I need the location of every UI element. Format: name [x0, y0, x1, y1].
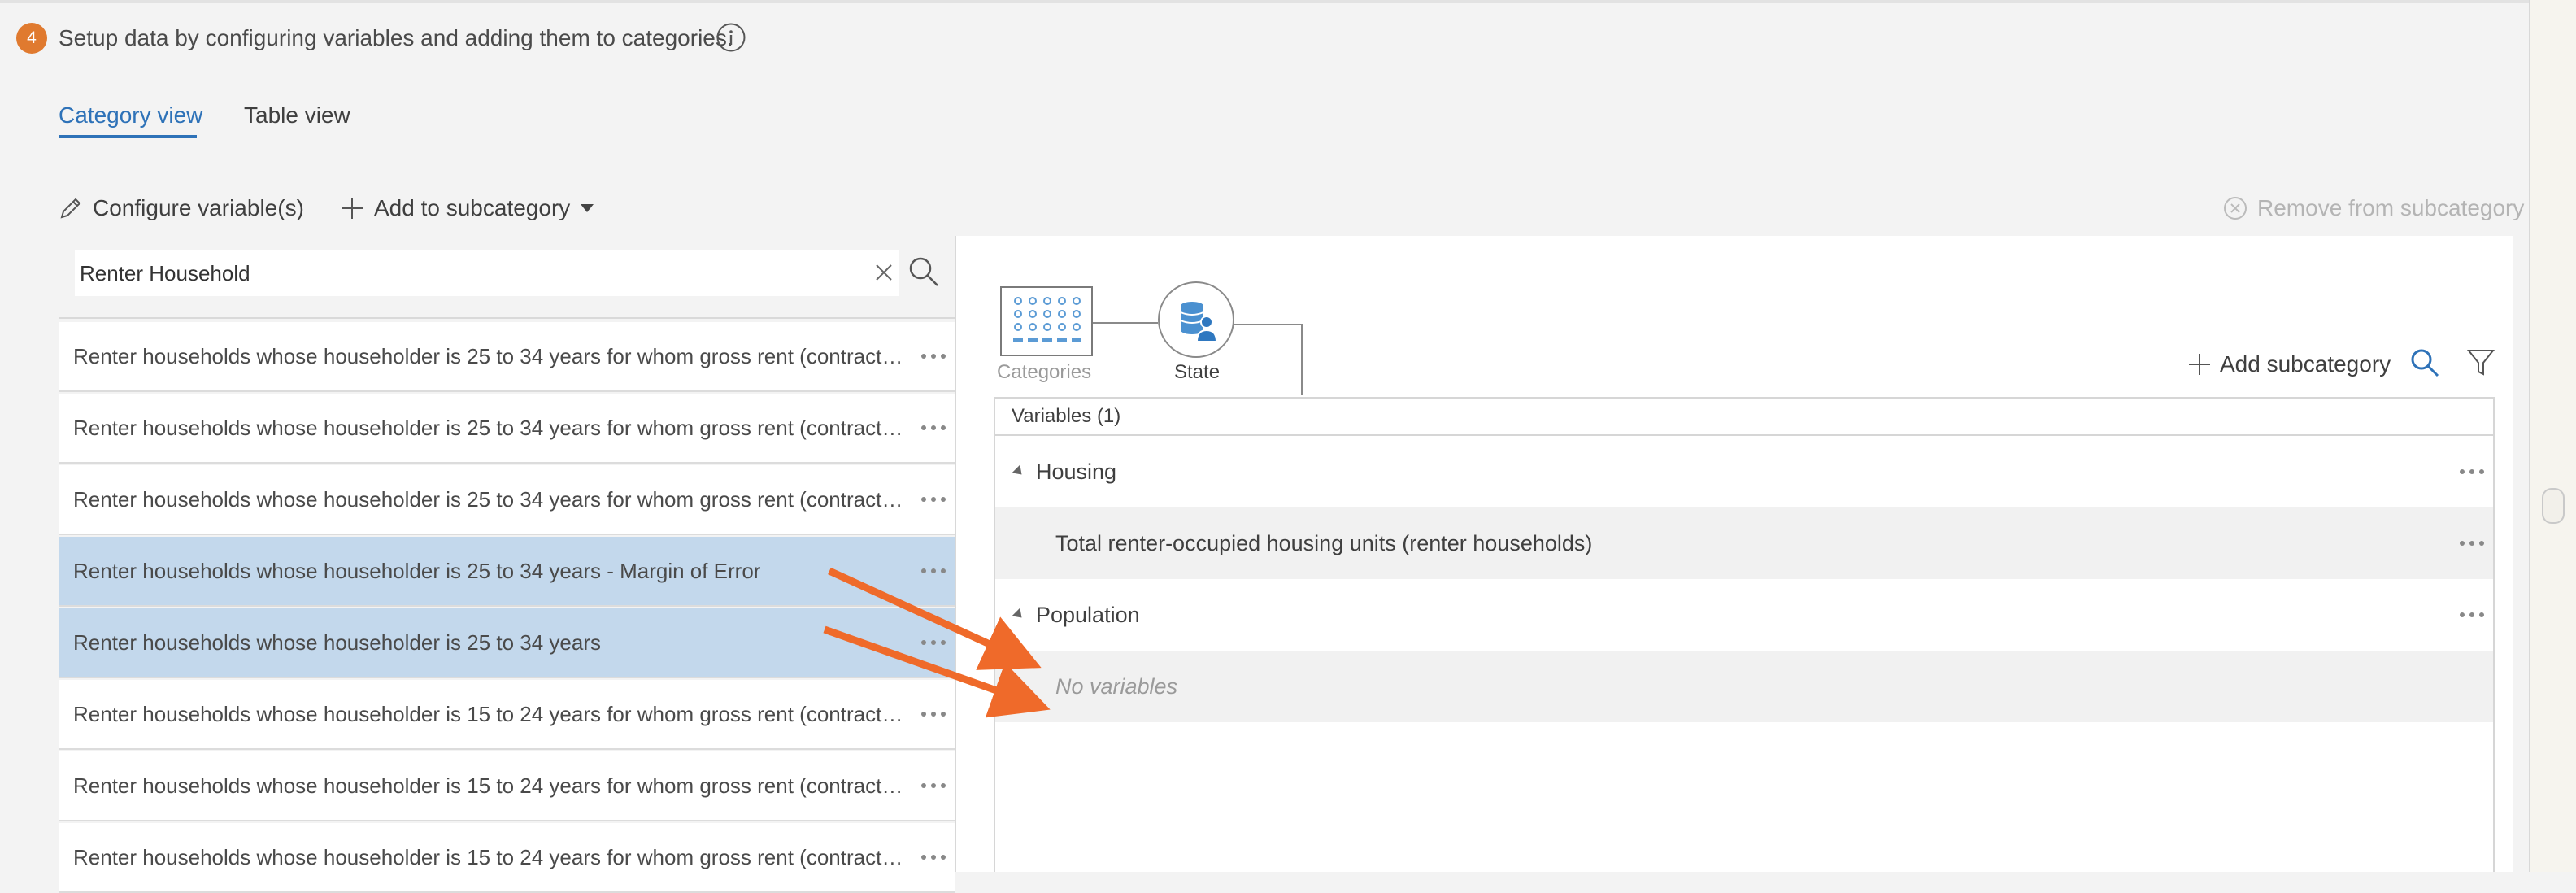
state-label: State [1174, 361, 1221, 383]
search-icon[interactable] [906, 254, 942, 290]
category-group-row[interactable]: Population [995, 579, 2493, 651]
result-row[interactable]: Renter households whose householder is 1… [59, 823, 955, 893]
result-row[interactable]: Renter households whose householder is 1… [59, 680, 955, 750]
state-node[interactable] [1158, 281, 1234, 358]
connector-line [1093, 322, 1158, 324]
map-handle[interactable] [2542, 488, 2565, 524]
more-options-icon[interactable] [2456, 607, 2488, 623]
more-options-icon[interactable] [917, 704, 950, 724]
add-to-subcategory-label: Add to subcategory [374, 195, 571, 220]
no-variables-label: No variables [1055, 673, 1178, 699]
search-input[interactable] [75, 250, 899, 296]
info-icon[interactable] [716, 22, 746, 53]
add-to-subcategory-button[interactable]: Add to subcategory [340, 192, 594, 224]
more-options-icon[interactable] [917, 776, 950, 795]
result-text: Renter households whose householder is 2… [73, 558, 761, 583]
variables-count: Variables (1) [1012, 405, 1121, 427]
step-instruction: Setup data by configuring variables and … [59, 25, 733, 50]
tab-category-view[interactable]: Category view [59, 101, 202, 130]
add-subcategory-label: Add subcategory [2220, 351, 2391, 377]
step-badge: 4 [16, 23, 47, 54]
category-name: Population [1036, 602, 1140, 627]
remove-circle-icon [2224, 197, 2247, 220]
more-options-icon[interactable] [917, 346, 950, 366]
variable-name: Total renter-occupied housing units (ren… [1055, 530, 1593, 555]
map-edge [2529, 0, 2576, 872]
categories-node[interactable] [1000, 286, 1093, 356]
more-options-icon[interactable] [917, 633, 950, 652]
result-row[interactable]: Renter households whose householder is 1… [59, 751, 955, 821]
result-row[interactable]: Renter households whose householder is 2… [59, 465, 955, 535]
result-text: Renter households whose householder is 1… [73, 844, 907, 869]
collapse-triangle-icon[interactable] [1012, 464, 1026, 479]
variables-header: Variables (1) [995, 399, 2493, 436]
category-group-row[interactable]: Housing [995, 436, 2493, 507]
plus-icon [2189, 354, 2210, 375]
top-border [0, 0, 2576, 3]
active-tab-indicator [59, 135, 197, 138]
more-options-icon[interactable] [917, 418, 950, 438]
more-options-icon[interactable] [917, 847, 950, 867]
result-text: Renter households whose householder is 2… [73, 343, 907, 368]
empty-category-drop-zone[interactable]: No variables [995, 651, 2493, 722]
variable-row[interactable]: Total renter-occupied housing units (ren… [995, 507, 2493, 579]
result-text: Renter households whose householder is 1… [73, 773, 907, 798]
categories-label: Categories [997, 361, 1092, 383]
connector-line [1234, 324, 1301, 325]
more-options-icon[interactable] [2456, 535, 2488, 551]
result-row[interactable]: Renter households whose householder is 2… [59, 394, 955, 464]
result-row-selected[interactable]: Renter households whose householder is 2… [59, 608, 955, 678]
result-text: Renter households whose householder is 1… [73, 701, 907, 726]
database-user-icon [1180, 302, 1218, 342]
result-text: Renter households whose householder is 2… [73, 415, 907, 440]
filter-icon[interactable] [2467, 348, 2495, 377]
search-icon[interactable] [2408, 346, 2441, 379]
more-options-icon[interactable] [917, 561, 950, 581]
result-text: Renter households whose householder is 2… [73, 629, 601, 655]
categories-grid-icon [1013, 297, 1081, 342]
result-row[interactable]: Renter households whose householder is 2… [59, 322, 955, 392]
remove-from-subcategory-label: Remove from subcategory [2257, 195, 2525, 220]
more-options-icon[interactable] [2456, 464, 2488, 480]
plus-icon [342, 198, 363, 219]
remove-from-subcategory-button[interactable]: Remove from subcategory [2223, 192, 2524, 224]
clear-search-icon[interactable] [870, 259, 898, 286]
configure-variables-label: Configure variable(s) [93, 195, 304, 220]
result-text: Renter households whose householder is 2… [73, 486, 907, 512]
tab-table-view[interactable]: Table view [244, 101, 350, 130]
result-row-selected[interactable]: Renter households whose householder is 2… [59, 537, 955, 607]
configure-variables-button[interactable]: Configure variable(s) [59, 192, 304, 224]
collapse-triangle-icon[interactable] [1012, 608, 1026, 622]
add-subcategory-button[interactable]: Add subcategory [2187, 348, 2391, 381]
pencil-icon [60, 198, 81, 219]
connector-line [1301, 324, 1303, 395]
category-name: Housing [1036, 459, 1117, 484]
more-options-icon[interactable] [917, 490, 950, 509]
caret-down-icon [581, 204, 594, 212]
